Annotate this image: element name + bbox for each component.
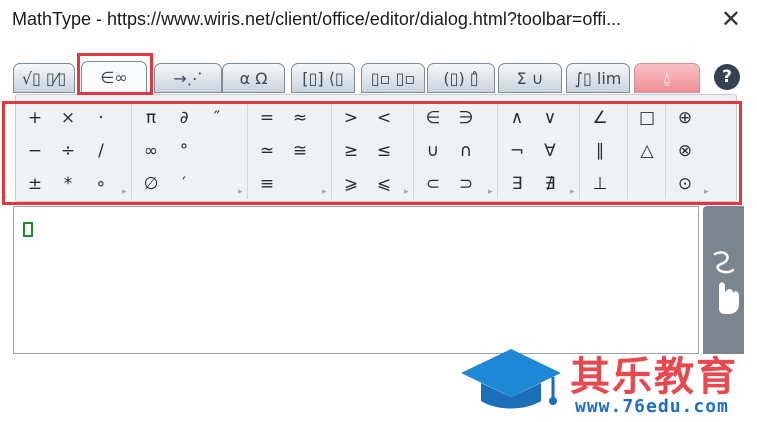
palette-symbol[interactable]: ⊂ — [418, 169, 448, 199]
palette-symbol[interactable]: ∨ — [535, 103, 565, 133]
symbol-palette: + × · − ÷ / ± * ∘ ▸ π ∂ ″ ∞ ° ∅ ′ ▸ = ≈ … — [15, 94, 737, 202]
expand-icon[interactable]: ▸ — [122, 187, 127, 197]
expand-icon[interactable]: ▸ — [704, 187, 709, 197]
palette-symbol[interactable]: ∘ — [86, 169, 116, 199]
palette-symbol[interactable]: ∄ — [535, 169, 565, 199]
palette-symbol[interactable]: ≅ — [285, 136, 315, 166]
expand-icon[interactable]: ▸ — [238, 187, 243, 197]
palette-symbol[interactable]: = — [252, 103, 282, 133]
palette-symbol[interactable]: < — [369, 103, 399, 133]
palette-group-equality: = ≈ ≃ ≅ ≡ ▸ — [250, 101, 332, 199]
palette-group-geometry: ∠ ∥ ⊥ — [582, 101, 628, 199]
palette-symbol[interactable]: □ — [632, 103, 662, 133]
expand-icon[interactable]: ▸ — [488, 187, 493, 197]
handwriting-toggle[interactable] — [703, 206, 744, 354]
expand-icon[interactable]: ▸ — [404, 187, 409, 197]
palette-group-misc: π ∂ ″ ∞ ° ∅ ′ ▸ — [134, 101, 248, 199]
tab-calculus[interactable]: ∫▯ lim — [566, 63, 630, 93]
expand-icon[interactable]: ▸ — [570, 187, 575, 197]
palette-symbol[interactable]: ° — [169, 136, 199, 166]
palette-symbol[interactable]: − — [20, 136, 50, 166]
close-icon[interactable]: ✕ — [721, 5, 741, 33]
palette-symbol[interactable]: ⊥ — [585, 169, 615, 199]
watermark-url: www.76edu.com — [575, 396, 729, 417]
palette-symbol[interactable]: ∀ — [535, 136, 565, 166]
palette-symbol[interactable]: / — [86, 136, 116, 166]
expand-icon[interactable]: ▸ — [322, 187, 327, 197]
palette-symbol[interactable]: × — [53, 103, 83, 133]
tab-matrices[interactable]: [▯] ⟨▯ — [291, 63, 355, 93]
palette-symbol[interactable]: ≥ — [336, 136, 366, 166]
palette-symbol[interactable]: ∥ — [585, 136, 615, 166]
palette-symbol[interactable]: > — [336, 103, 366, 133]
palette-symbol[interactable]: ″ — [202, 103, 232, 133]
hand-icon — [713, 251, 739, 314]
palette-symbol[interactable]: ≡ — [252, 169, 282, 199]
palette-group-operators: + × · − ÷ / ± * ∘ ▸ — [18, 101, 132, 199]
palette-symbol[interactable]: ∩ — [451, 136, 481, 166]
palette-symbol[interactable]: ⩽ — [369, 169, 399, 199]
palette-symbol[interactable]: · — [86, 103, 116, 133]
tab-general[interactable]: √▯ ▯⁄▯ — [13, 63, 75, 93]
palette-symbol[interactable]: △ — [632, 136, 662, 166]
palette-symbol[interactable]: ∅ — [136, 169, 166, 199]
palette-group-sets: ∈ ∋ ∪ ∩ ⊂ ⊃ ▸ — [416, 101, 498, 199]
palette-symbol[interactable]: ≈ — [285, 103, 315, 133]
palette-symbol[interactable]: ⊗ — [670, 136, 700, 166]
palette-symbol[interactable]: ∃ — [502, 169, 532, 199]
palette-symbol[interactable]: ¬ — [502, 136, 532, 166]
palette-group-circled: ⊕ ⊗ ⊙ ▸ — [668, 101, 714, 199]
palette-symbol[interactable]: ≃ — [252, 136, 282, 166]
palette-group-logic: ∧ ∨ ¬ ∀ ∃ ∄ ▸ — [500, 101, 580, 199]
palette-symbol[interactable]: ∈ — [418, 103, 448, 133]
palette-symbol[interactable]: ∂ — [169, 103, 199, 133]
tab-contextual[interactable]: ⍙ — [634, 63, 700, 93]
palette-symbol[interactable]: ⊕ — [670, 103, 700, 133]
palette-symbol[interactable]: ∞ — [136, 136, 166, 166]
palette-group-shapes: □ △ — [630, 101, 666, 199]
tab-big-operators[interactable]: Σ ∪ — [498, 63, 562, 93]
help-icon[interactable]: ? — [714, 64, 740, 90]
palette-symbol[interactable]: ∧ — [502, 103, 532, 133]
palette-symbol[interactable]: ′ — [169, 169, 199, 199]
tab-symbols[interactable]: ∈∞ — [81, 61, 147, 94]
palette-symbol[interactable]: ∠ — [585, 103, 615, 133]
window-title: MathType - https://www.wiris.net/client/… — [12, 9, 622, 29]
watermark-title: 其乐教育 — [570, 354, 738, 400]
palette-symbol[interactable]: ± — [20, 169, 50, 199]
palette-symbol[interactable]: ∋ — [451, 103, 481, 133]
tab-scripts[interactable]: ▯▫ ▯▫ — [361, 63, 425, 93]
palette-symbol[interactable]: + — [20, 103, 50, 133]
palette-symbol[interactable]: ≤ — [369, 136, 399, 166]
formula-editor[interactable] — [13, 206, 699, 354]
palette-symbol[interactable]: * — [53, 169, 83, 199]
palette-symbol[interactable]: π — [136, 103, 166, 133]
palette-symbol[interactable]: ⩾ — [336, 169, 366, 199]
graduation-cap-logo — [461, 349, 561, 409]
palette-symbol[interactable]: ⊃ — [451, 169, 481, 199]
palette-group-inequalities: > < ≥ ≤ ⩾ ⩽ ▸ — [334, 101, 414, 199]
toolbar-tabs: √▯ ▯⁄▯ ∈∞ →⋰ α Ω [▯] ⟨▯ ▯▫ ▯▫ (▯) ▯̂ Σ ∪… — [13, 61, 757, 94]
title-bar: MathType - https://www.wiris.net/client/… — [0, 0, 757, 44]
input-placeholder-box — [23, 222, 33, 237]
tab-arrows[interactable]: →⋰ — [154, 63, 222, 93]
palette-symbol[interactable]: ÷ — [53, 136, 83, 166]
palette-symbol[interactable]: ⊙ — [670, 169, 700, 199]
tab-decorations[interactable]: (▯) ▯̂ — [427, 63, 495, 93]
palette-symbol[interactable]: ∪ — [418, 136, 448, 166]
tab-greek[interactable]: α Ω — [222, 63, 285, 93]
